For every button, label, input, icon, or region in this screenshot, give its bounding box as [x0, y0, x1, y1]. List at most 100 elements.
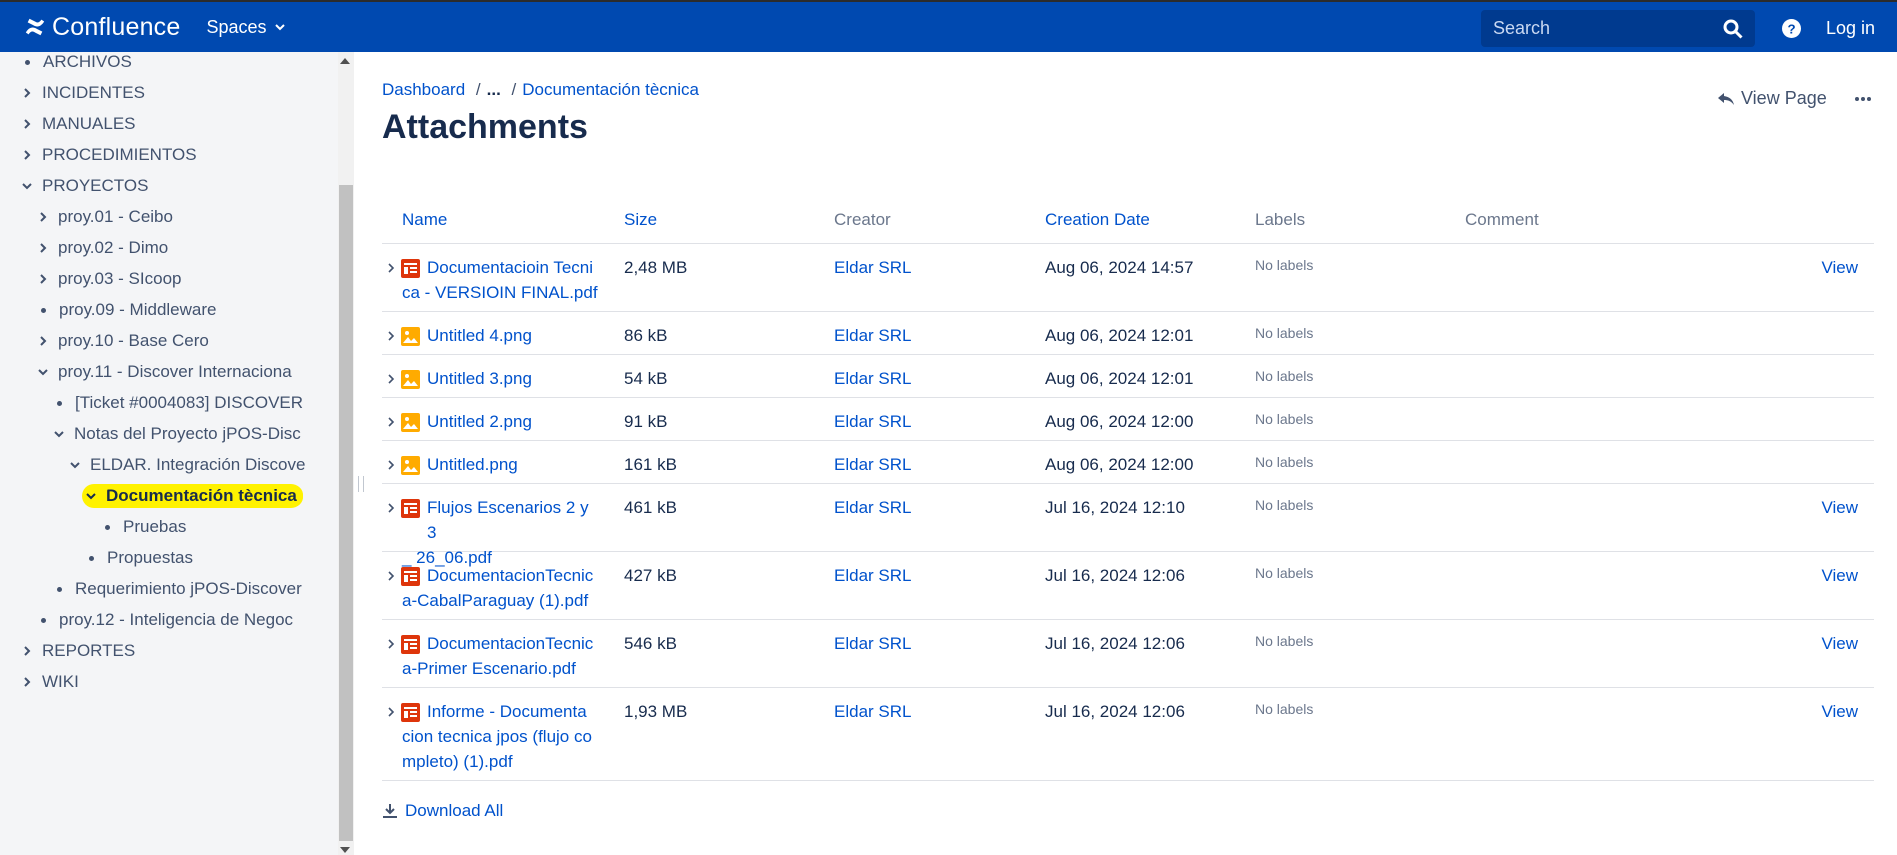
spaces-menu[interactable]: Spaces	[206, 17, 285, 38]
expand-row-chevron-icon[interactable]	[387, 374, 395, 384]
chevron-right-icon[interactable]	[38, 243, 48, 253]
sidebar-tree-item-label: proy.01 - Ceibo	[58, 207, 173, 226]
view-attachment-link[interactable]: View	[1821, 255, 1858, 280]
chevron-right-icon[interactable]	[22, 646, 32, 656]
search-icon[interactable]	[1723, 19, 1743, 39]
sidebar-tree-item-label: proy.10 - Base Cero	[58, 331, 209, 350]
sidebar-tree-item[interactable]: proy.01 - Ceibo	[38, 205, 173, 229]
attachment-name-line: Untitled 2.png	[427, 412, 532, 431]
breadcrumb-ellipsis[interactable]: ...	[487, 80, 501, 99]
sidebar-tree-item[interactable]: REPORTES	[22, 639, 135, 663]
attachment-name-line: Untitled 4.png	[427, 326, 532, 345]
sidebar-tree-item-label: Propuestas	[107, 548, 193, 567]
view-page-label: View Page	[1741, 88, 1827, 108]
attachment-name-link[interactable]: Untitled 4.png	[402, 323, 602, 348]
attachment-name-link[interactable]: Documentacioin Tecni ca - VERSIOIN FINAL.…	[402, 255, 602, 305]
expand-row-chevron-icon[interactable]	[387, 503, 395, 513]
column-header-size[interactable]: Size	[624, 210, 657, 230]
sidebar-tree-item[interactable]: Pruebas	[102, 515, 186, 539]
scroll-up-arrow-icon[interactable]	[340, 58, 350, 64]
chevron-down-icon[interactable]	[54, 429, 64, 439]
attachment-creator-link[interactable]: Eldar SRL	[834, 631, 911, 656]
search-input[interactable]: Search	[1481, 10, 1755, 47]
sidebar-tree-item[interactable]: ELDAR. Integración Discove	[70, 453, 305, 477]
sidebar-tree-item[interactable]: Requerimiento jPOS-Discover	[54, 577, 302, 601]
attachment-name-link[interactable]: Untitled 2.png	[402, 409, 602, 434]
chevron-down-icon[interactable]	[22, 181, 32, 191]
chevron-right-icon[interactable]	[22, 677, 32, 687]
expand-row-chevron-icon[interactable]	[387, 571, 395, 581]
sidebar-tree-item[interactable]: PROYECTOS	[22, 174, 148, 198]
view-attachment-link[interactable]: View	[1821, 699, 1858, 724]
help-icon[interactable]: ?	[1782, 19, 1801, 38]
download-all-button[interactable]: Download All	[382, 801, 503, 821]
chevron-right-icon[interactable]	[22, 150, 32, 160]
sidebar-tree-item[interactable]: Notas del Proyecto jPOS-Disc	[54, 422, 301, 446]
breadcrumb-separator: /	[511, 80, 517, 99]
sidebar-tree-item[interactable]: proy.11 - Discover Internaciona	[38, 360, 292, 384]
expand-row-chevron-icon[interactable]	[387, 263, 395, 273]
attachment-name-link[interactable]: DocumentacionTecnic a-Primer Escenario.pd…	[402, 631, 602, 681]
sidebar-tree-item[interactable]: proy.09 - Middleware	[38, 298, 216, 322]
attachment-creator-link[interactable]: Eldar SRL	[834, 495, 911, 520]
sidebar-tree-item-label: ARCHIVOS	[43, 52, 132, 71]
expand-row-chevron-icon[interactable]	[387, 639, 395, 649]
sidebar-scrollbar-thumb[interactable]	[339, 185, 353, 841]
expand-row-chevron-icon[interactable]	[387, 417, 395, 427]
chevron-right-icon[interactable]	[38, 336, 48, 346]
attachment-name-link[interactable]: Untitled.png	[402, 452, 602, 477]
attachment-creator-link[interactable]: Eldar SRL	[834, 409, 911, 434]
chevron-right-icon[interactable]	[22, 119, 32, 129]
breadcrumb-dashboard[interactable]: Dashboard	[382, 80, 465, 99]
sidebar-tree-item[interactable]: proy.03 - SIcoop	[38, 267, 181, 291]
breadcrumb: Dashboard /... / Documentación tècnica	[382, 80, 699, 100]
table-row: Untitled 2.png 91 kB Eldar SRL Aug 06, 2024…	[382, 398, 1874, 441]
attachment-name-link[interactable]: Informe - Documenta cion tecnica jpos (fl…	[402, 699, 602, 774]
attachment-name-link[interactable]: Untitled 3.png	[402, 366, 602, 391]
page-tree-sidebar: ARCHIVOS INCIDENTES MANUALES PROCEDIMIENTOS…	[0, 52, 354, 855]
attachment-name-link[interactable]: DocumentacionTecnic a-CabalParaguay (1).p…	[402, 563, 602, 613]
sidebar-tree-item[interactable]: Propuestas	[86, 546, 193, 570]
chevron-right-icon[interactable]	[22, 88, 32, 98]
sidebar-tree-item[interactable]: [Ticket #0004083] DISCOVER	[54, 391, 303, 415]
attachment-creator-link[interactable]: Eldar SRL	[834, 563, 911, 588]
login-link[interactable]: Log in	[1826, 18, 1875, 39]
breadcrumb-parent[interactable]: Documentación tècnica	[522, 80, 699, 99]
attachment-creator-link[interactable]: Eldar SRL	[834, 366, 911, 391]
attachment-creator-link[interactable]: Eldar SRL	[834, 255, 911, 280]
expand-row-chevron-icon[interactable]	[387, 460, 395, 470]
sidebar-tree-item[interactable]: proy.12 - Inteligencia de Negoc	[38, 608, 293, 632]
sidebar-tree-item[interactable]: MANUALES	[22, 112, 136, 136]
attachment-name-line: DocumentacionTecnic	[427, 634, 594, 653]
column-header-creation-date[interactable]: Creation Date	[1045, 210, 1150, 230]
scroll-down-arrow-icon[interactable]	[340, 847, 350, 853]
sidebar-tree-item[interactable]: proy.02 - Dimo	[38, 236, 168, 260]
attachment-creator-link[interactable]: Eldar SRL	[834, 699, 911, 724]
confluence-logo[interactable]: Confluence	[24, 13, 180, 42]
sidebar-tree-item[interactable]: WIKI	[22, 670, 79, 694]
view-attachment-link[interactable]: View	[1821, 563, 1858, 588]
sidebar-tree-item[interactable]: proy.10 - Base Cero	[38, 329, 209, 353]
more-actions-icon[interactable]	[1854, 96, 1872, 102]
sidebar-resize-handle[interactable]	[358, 476, 364, 492]
view-attachment-link[interactable]: View	[1821, 631, 1858, 656]
sidebar-tree-item[interactable]: PROCEDIMIENTOS	[22, 143, 197, 167]
chevron-right-icon[interactable]	[38, 274, 48, 284]
attachment-labels: No labels	[1255, 454, 1314, 470]
chevron-down-icon[interactable]	[70, 460, 80, 470]
column-header-name[interactable]: Name	[402, 210, 447, 230]
sidebar-tree-item[interactable]: ARCHIVOS	[22, 52, 132, 74]
view-attachment-link[interactable]: View	[1821, 495, 1858, 520]
chevron-down-icon[interactable]	[86, 491, 96, 501]
expand-row-chevron-icon[interactable]	[387, 707, 395, 717]
sidebar-tree-item[interactable]: INCIDENTES	[22, 81, 145, 105]
sidebar-tree-item[interactable]: Documentación tècnica	[82, 484, 303, 508]
attachment-creator-link[interactable]: Eldar SRL	[834, 452, 911, 477]
expand-row-chevron-icon[interactable]	[387, 331, 395, 341]
view-page-button[interactable]: View Page	[1717, 88, 1827, 109]
attachment-size: 546 kB	[624, 634, 677, 653]
table-row: Flujos Escenarios 2 y 3 _ 26_06.pdf 461 kB…	[382, 484, 1874, 567]
chevron-down-icon[interactable]	[38, 367, 48, 377]
attachment-creator-link[interactable]: Eldar SRL	[834, 323, 911, 348]
chevron-right-icon[interactable]	[38, 212, 48, 222]
